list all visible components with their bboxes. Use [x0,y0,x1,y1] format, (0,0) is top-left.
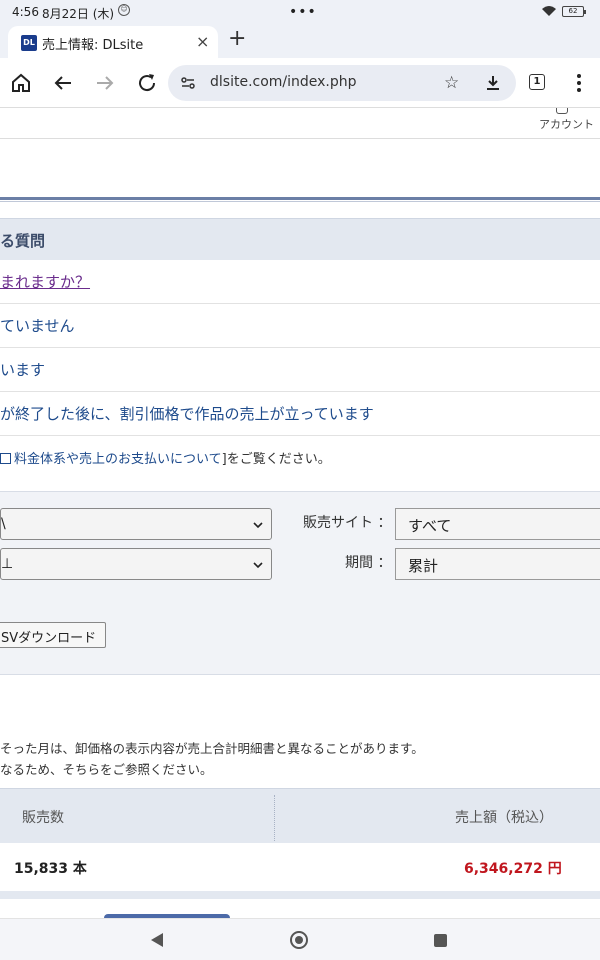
tab-switcher-button[interactable]: 1 [529,74,545,90]
nav-back-icon[interactable] [151,933,163,947]
url-text[interactable]: dlsite.com/index.php [210,74,357,90]
faq-item[interactable]: います [0,348,600,392]
home-icon[interactable] [9,71,33,95]
column-separator [274,795,276,841]
status-time: 4:56 [12,5,39,19]
notes: そった月は、卸価格の表示内容が売上合計明細書と異なることがあります。 なるため、… [0,738,424,780]
overflow-menu-icon[interactable] [570,72,588,94]
battery-icon: 62 [562,6,586,17]
chevron-down-icon [253,562,263,569]
tab-close-icon[interactable]: × [196,32,209,51]
faq-heading: る質問 [0,232,46,250]
sales-count-value: 15,833 本 [14,861,87,877]
pricing-note: 料金体系や売上のお支払いについて]をご覧ください。 [0,448,331,467]
forward-arrow-icon[interactable] [93,71,117,95]
bookmark-star-icon[interactable]: ☆ [444,74,459,92]
tab-title: 売上情報: DLsite [42,38,144,53]
browser-tab-active[interactable]: DL 売上情報: DLsite × [8,26,218,58]
reload-icon[interactable] [135,71,159,95]
account-link[interactable]: アカウント [539,116,594,132]
faq-item[interactable]: まれますか？ [0,260,600,304]
tab-strip: DL 売上情報: DLsite × [0,24,600,58]
sales-amount-value: 6,346,272 円 [464,861,562,877]
divider [0,138,600,139]
faq-item-link[interactable]: まれますか？ [0,271,90,292]
download-icon[interactable] [484,74,502,92]
wifi-icon [542,6,556,16]
faq-item[interactable]: が終了した後に、割引価格で作品の売上が立っています [0,392,600,436]
address-bar[interactable]: dlsite.com/index.php ☆ [168,65,516,101]
faq-item[interactable]: ていません [0,304,600,348]
section-divider-thin [0,201,600,202]
back-arrow-icon[interactable] [51,71,75,95]
external-link-icon [0,453,11,464]
faq-item-link[interactable]: が終了した後に、割引価格で作品の売上が立っています [0,403,374,424]
sales-table-header: 販売数 売上額（税込） [0,788,600,843]
status-bar: 4:56 8月22日 (木) ☺ ••• 62 [0,0,600,24]
table-row: 15,833 本 6,346,272 円 [0,843,600,891]
new-tab-icon[interactable]: + [228,28,246,50]
col-sales-count: 販売数 [22,810,64,826]
browser-toolbar: dlsite.com/index.php ☆ 1 [0,58,600,108]
nav-recents-icon[interactable] [434,934,447,947]
account-icon[interactable] [556,108,568,114]
section-divider [0,197,600,200]
filter-panel: \ ⊥ 販売サイト ： すべて 期間 ： 累計 SVダウンロード [0,491,600,675]
csv-download-label: SVダウンロード [1,631,97,646]
site-settings-icon[interactable] [180,75,196,91]
period-value: 累計 [408,557,439,575]
chevron-down-icon [253,522,263,529]
filter-select-2[interactable]: ⊥ [0,548,272,580]
sales-table-footer [0,891,600,899]
status-date: 8月22日 (木) [42,7,115,21]
note-line-1: そった月は、卸価格の表示内容が売上合計明細書と異なることがあります。 [0,741,424,756]
sales-site-value: すべて [408,517,452,535]
filter-select-2-value: ⊥ [1,556,14,572]
nav-home-icon[interactable] [290,931,308,949]
filter-select-1[interactable]: \ [0,508,272,540]
system-nav-bar [0,918,600,960]
sales-site-field[interactable]: すべて [395,508,600,540]
note-line-2: なるため、そちらをご参照ください。 [0,762,213,777]
faq-item-link[interactable]: います [0,359,45,380]
period-label: 期間 ： [345,555,392,571]
notification-icon: ☺ [118,4,130,16]
filter-select-1-value: \ [1,516,6,532]
faq-item-link[interactable]: ていません [0,315,75,336]
pricing-note-suffix: ]をご覧ください。 [221,452,331,467]
sales-site-label: 販売サイト ： [303,515,392,531]
period-field[interactable]: 累計 [395,548,600,580]
faq-heading-bar: る質問 [0,218,600,260]
page-content: アカウント る質問 まれますか？ ていません います が終了した後に、割引価格で… [0,108,600,918]
pricing-link[interactable]: 料金体系や売上のお支払いについて [14,452,222,467]
col-sales-amount: 売上額（税込） [455,810,553,826]
csv-download-button[interactable]: SVダウンロード [0,622,106,648]
dlsite-favicon-icon: DL [21,35,37,51]
more-dots-icon: ••• [289,4,317,20]
